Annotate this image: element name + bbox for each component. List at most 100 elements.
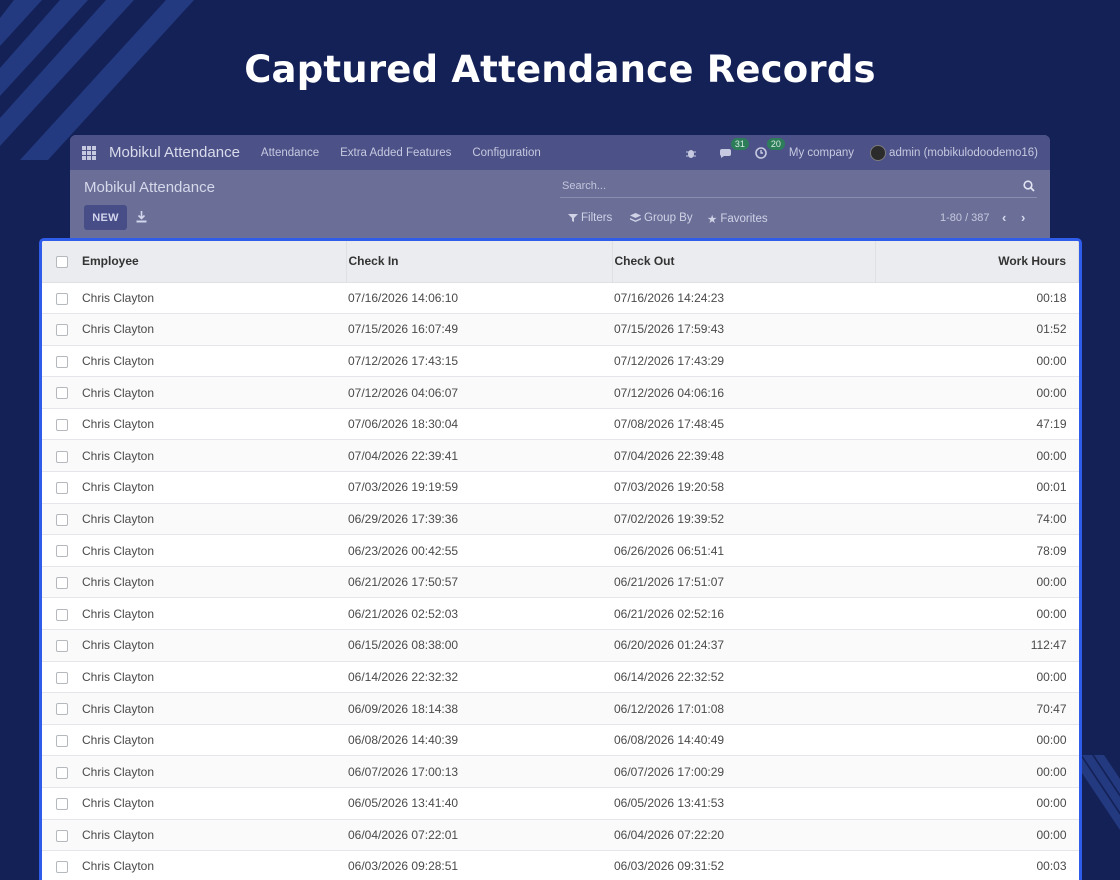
control-panel: Mobikul Attendance NEW Filters Group By … [70,170,1050,238]
row-select-cell [42,598,80,630]
row-checkbox[interactable] [56,292,68,305]
row-checkbox[interactable] [56,640,68,653]
cell-employee: Chris Clayton [82,606,155,621]
row-select-cell [42,472,80,504]
row-checkbox[interactable] [56,482,68,495]
row-checkbox[interactable] [56,703,68,716]
cell-check-out: 06/26/2026 06:51:41 [614,543,725,558]
cell-work-hours: 00:00 [1036,796,1067,811]
table-row[interactable]: Chris Clayton 07/12/2026 17:43:15 07/12/20… [42,345,1079,377]
cell-employee: Chris Clayton [82,827,155,842]
table-row[interactable]: Chris Clayton 06/23/2026 00:42:55 06/26/20… [42,535,1079,567]
cell-check-out: 06/03/2026 09:31:52 [614,859,725,874]
cell-work-hours: 00:00 [1036,669,1067,684]
table-row[interactable]: Chris Clayton 07/04/2026 22:39:41 07/04/20… [42,439,1079,472]
row-checkbox[interactable] [56,671,68,684]
new-button[interactable]: NEW [84,205,127,230]
cell-employee: Chris Clayton [82,543,155,558]
table-row[interactable]: Chris Clayton 06/04/2026 07:22:01 06/04/20… [42,819,1079,851]
messages-icon[interactable]: 31 [719,137,749,159]
table-row[interactable]: Chris Clayton 06/29/2026 17:39:36 07/02/20… [42,503,1079,535]
header-employee[interactable]: Employee [80,241,347,283]
cell-employee: Chris Clayton [82,290,155,305]
table-row[interactable]: Chris Clayton 06/21/2026 17:50:57 06/21/20… [42,566,1079,598]
table-row[interactable]: Chris Clayton 07/03/2026 19:19:59 07/03/20… [42,472,1079,504]
cell-check-out: 06/04/2026 07:22:20 [614,827,725,842]
app-brand[interactable]: Mobikul Attendance [109,144,240,161]
table-row[interactable]: Chris Clayton 07/12/2026 04:06:07 07/12/20… [42,376,1079,409]
row-checkbox[interactable] [56,576,68,589]
table-row[interactable]: Chris Clayton 06/03/2026 09:28:51 06/03/20… [42,851,1079,880]
bug-icon[interactable] [685,147,697,159]
company-switcher[interactable]: My company [789,147,854,159]
row-checkbox[interactable] [56,798,68,811]
cell-check-in: 07/03/2026 19:19:59 [348,480,459,495]
cell-check-out: 06/20/2026 01:24:37 [614,638,725,653]
cell-employee: Chris Clayton [82,733,155,748]
row-select-cell [42,345,80,377]
cell-work-hours: 74:00 [1036,511,1067,526]
row-checkbox[interactable] [56,419,68,431]
row-checkbox[interactable] [56,450,68,463]
row-checkbox[interactable] [56,766,68,779]
table-row[interactable]: Chris Clayton 06/08/2026 14:40:39 06/08/20… [42,724,1079,756]
row-checkbox[interactable] [56,734,68,747]
filter-icon [568,214,578,222]
cell-work-hours: 112:47 [1030,638,1067,653]
download-icon[interactable] [136,210,147,228]
row-checkbox[interactable] [56,324,68,337]
cell-check-in: 06/04/2026 07:22:01 [348,827,459,842]
cell-work-hours: 70:47 [1036,701,1067,716]
activity-clock-icon[interactable]: 20 [755,137,785,159]
cell-work-hours: 00:00 [1036,733,1067,748]
user-menu[interactable]: admin (mobikulodoodemo16) [889,147,1038,159]
cell-check-out: 07/04/2026 22:39:48 [614,448,725,463]
cell-check-in: 06/08/2026 14:40:39 [348,733,459,748]
table-row[interactable]: Chris Clayton 06/07/2026 17:00:13 06/07/20… [42,755,1079,788]
pager-next-icon[interactable]: › [1021,210,1025,225]
pager-value[interactable]: 1-80 / 387 [940,212,990,224]
apps-grid-icon[interactable] [82,145,96,160]
table-row[interactable]: Chris Clayton 06/14/2026 22:32:32 06/14/20… [42,661,1079,693]
header-work-hours[interactable]: Work Hours [875,241,1079,283]
table-row[interactable]: Chris Clayton 06/05/2026 13:41:40 06/05/20… [42,788,1079,820]
table-row[interactable]: Chris Clayton 07/15/2026 16:07:49 07/15/20… [42,313,1079,346]
cell-check-in: 07/12/2026 17:43:15 [348,353,459,368]
table-row[interactable]: Chris Clayton 06/21/2026 02:52:03 06/21/20… [42,598,1079,630]
layers-icon [630,213,641,222]
menu-extra-added-features[interactable]: Extra Added Features [340,147,451,159]
row-checkbox[interactable] [56,387,68,400]
row-checkbox[interactable] [56,355,68,368]
row-checkbox[interactable] [56,545,68,558]
table-row[interactable]: Chris Clayton 07/16/2026 14:06:10 07/16/20… [42,282,1079,314]
menu-attendance[interactable]: Attendance [261,147,319,159]
activities-badge: 20 [766,137,785,150]
cell-check-in: 06/05/2026 13:41:40 [348,796,459,811]
search-icon[interactable] [1023,179,1035,197]
table-row[interactable]: Chris Clayton 07/06/2026 18:30:04 07/08/20… [42,408,1079,440]
cell-check-in: 06/07/2026 17:00:13 [348,764,459,779]
select-all-checkbox[interactable] [56,256,68,269]
avatar[interactable] [870,144,887,161]
cell-check-out: 07/16/2026 14:24:23 [614,290,725,305]
pager-previous-icon[interactable]: ‹ [1002,210,1006,225]
header-check-out[interactable]: Check Out [612,241,876,283]
row-checkbox[interactable] [56,861,68,874]
table-row[interactable]: Chris Clayton 06/15/2026 08:38:00 06/20/20… [42,629,1079,662]
row-select-cell [42,851,80,880]
favorites-button[interactable]: ★ Favorites [707,212,768,226]
row-checkbox[interactable] [56,608,68,621]
row-select-cell [42,282,80,314]
cell-employee: Chris Clayton [82,511,155,526]
header-check-in[interactable]: Check In [346,241,613,283]
row-select-cell [42,566,80,598]
group-by-button[interactable]: Group By [630,212,693,224]
search-input[interactable] [560,175,1037,198]
cell-check-out: 07/03/2026 19:20:58 [614,480,725,495]
menu-configuration[interactable]: Configuration [472,147,540,159]
filters-button[interactable]: Filters [568,212,612,224]
row-checkbox[interactable] [56,513,68,526]
table-row[interactable]: Chris Clayton 06/09/2026 18:14:38 06/12/20… [42,692,1079,725]
row-select-cell [42,788,80,820]
row-checkbox[interactable] [56,829,68,842]
